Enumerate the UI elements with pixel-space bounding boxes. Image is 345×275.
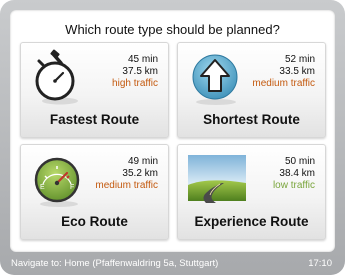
stopwatch-icon xyxy=(35,49,78,105)
shortest-route-button[interactable]: 52 min 33.5 km medium traffic Shortest R… xyxy=(177,42,326,138)
experience-route-button[interactable]: 50 min 38.4 km low traffic Experience Ro… xyxy=(177,144,326,240)
shortest-route-distance: 33.5 km xyxy=(279,66,315,77)
eco-route-label: Eco Route xyxy=(61,214,128,229)
fastest-route-stats: 45 min 37.5 km high traffic xyxy=(112,54,158,90)
navigation-destination: Navigate to: Home (Pfaffenwaldring 5a, S… xyxy=(11,258,219,269)
fastest-route-distance: 37.5 km xyxy=(122,66,158,77)
eco-route-distance: 35.2 km xyxy=(122,168,158,179)
svg-text:F: F xyxy=(70,184,74,191)
fastest-route-button[interactable]: 45 min 37.5 km high traffic Fastest Rout… xyxy=(20,42,169,138)
svg-text:E: E xyxy=(40,184,45,191)
experience-route-stats: 50 min 38.4 km low traffic xyxy=(273,156,315,192)
experience-route-label: Experience Route xyxy=(194,214,309,229)
experience-route-traffic: low traffic xyxy=(272,180,315,191)
shortest-route-time: 52 min xyxy=(284,54,315,65)
fastest-route-time: 45 min xyxy=(127,54,158,65)
eco-route-stats: 49 min 35.2 km medium traffic xyxy=(95,156,158,192)
scenic-road-icon xyxy=(188,155,246,203)
status-bar: Navigate to: Home (Pfaffenwaldring 5a, S… xyxy=(0,252,345,275)
eco-route-traffic: medium traffic xyxy=(95,180,158,191)
experience-route-distance: 38.4 km xyxy=(279,168,315,179)
eco-route-button[interactable]: E F 49 min 35.2 km medium traffic Eco Ro… xyxy=(20,144,169,240)
shortest-route-traffic: medium traffic xyxy=(252,78,315,89)
experience-route-time: 50 min xyxy=(284,156,315,167)
fastest-route-traffic: high traffic xyxy=(112,78,158,89)
shortest-route-stats: 52 min 33.5 km medium traffic xyxy=(252,54,315,90)
shortest-route-label: Shortest Route xyxy=(203,112,300,127)
clock: 17:10 xyxy=(308,258,332,269)
fuel-gauge-icon: E F xyxy=(34,157,80,207)
navigation-screen: Which route type should be planned? 45 m… xyxy=(0,0,345,275)
up-arrow-icon xyxy=(192,54,238,105)
fastest-route-label: Fastest Route xyxy=(49,112,140,127)
page-title: Which route type should be planned? xyxy=(65,22,280,37)
eco-route-time: 49 min xyxy=(127,156,158,167)
